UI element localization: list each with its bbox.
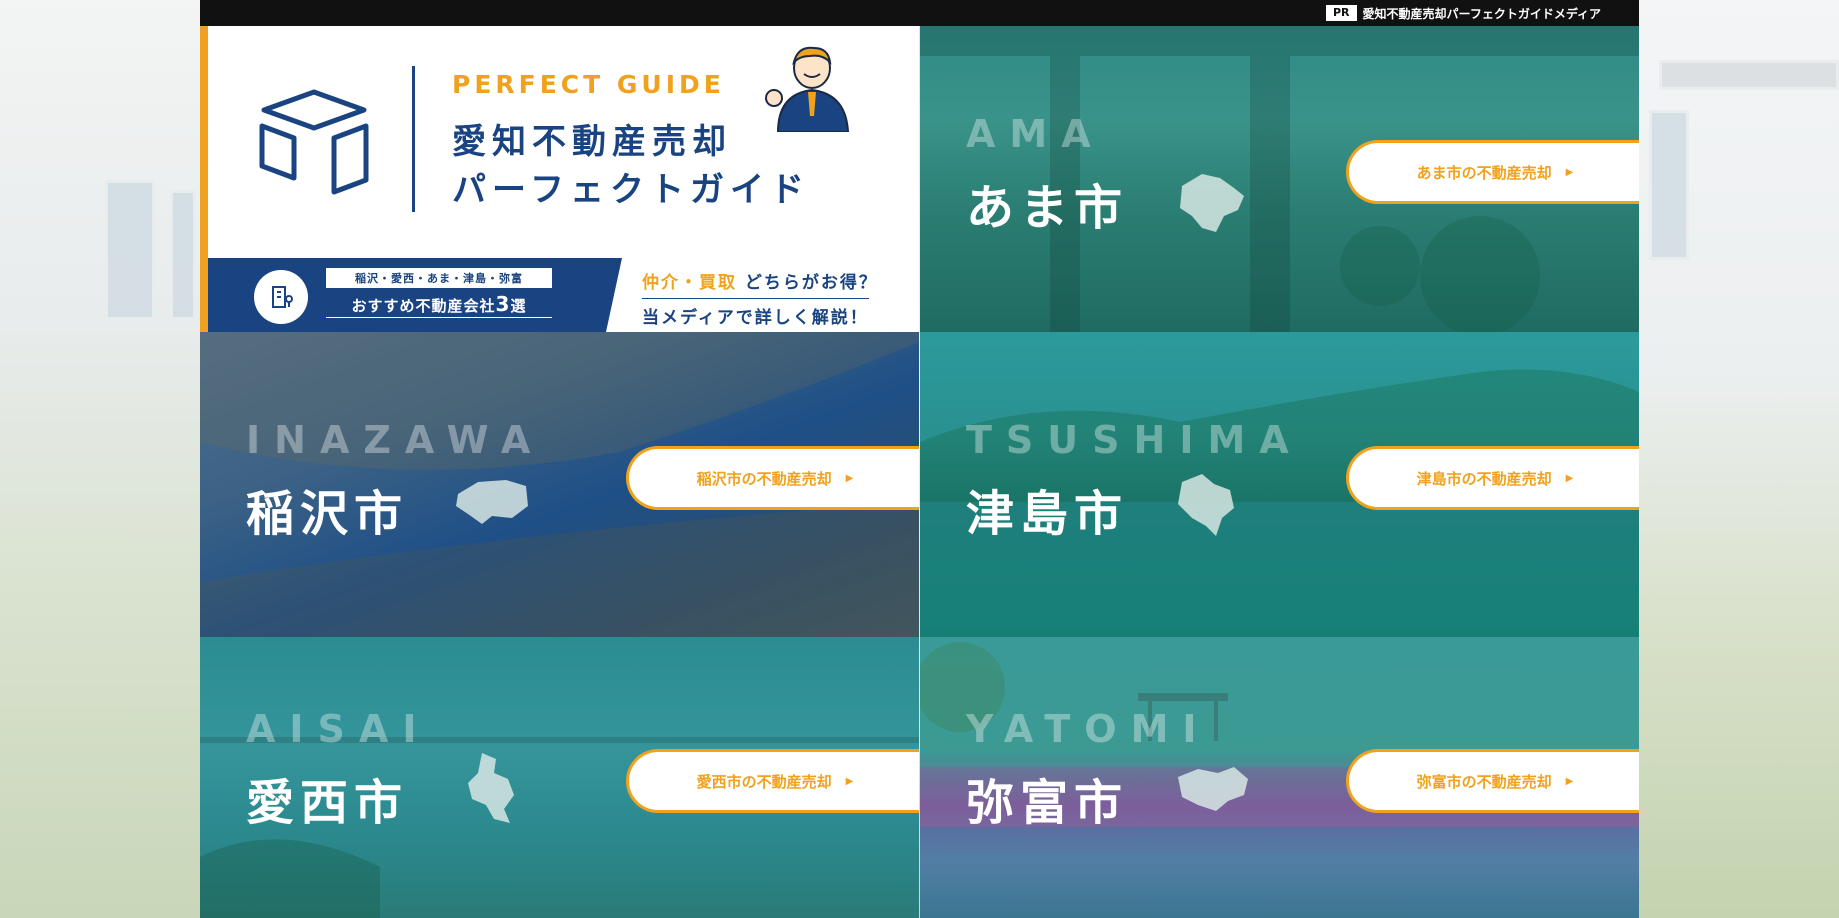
city-panel-yatomi[interactable]: YATOMI 弥富市 弥富市の不動産売却 ▶ <box>920 637 1639 918</box>
background-roof <box>1659 60 1839 90</box>
inazawa-map-icon <box>456 480 528 524</box>
banner-main-suffix: 選 <box>510 297 527 315</box>
inazawa-city-name: 稲沢市 <box>246 486 409 542</box>
question-accent: 仲介・買取 <box>642 273 737 293</box>
inazawa-romaji: INAZAWA <box>246 418 545 462</box>
aisai-map-icon <box>468 753 514 823</box>
city-panel-tsushima[interactable]: TSUSHIMA 津島市 津島市の不動産売却 ▶ <box>920 332 1639 637</box>
background-left <box>0 0 200 918</box>
city-panel-ama[interactable]: AMA あま市 あま市の不動産売却 ▶ <box>920 26 1639 332</box>
ama-romaji: AMA <box>966 112 1105 156</box>
city-panel-aisai[interactable]: AISAI 愛西市 愛西市の不動産売却 ▶ <box>200 637 919 918</box>
background-right <box>1639 0 1839 918</box>
ama-map-icon <box>1180 174 1244 232</box>
banner-main-number: 3 <box>495 292 511 316</box>
yatomi-cta-button[interactable]: 弥富市の不動産売却 ▶ <box>1346 749 1639 813</box>
yatomi-map-icon <box>1178 767 1248 811</box>
question-rest: どちらがお得？ <box>744 273 878 293</box>
banner-cities-tag: 稲沢・愛西・あま・津島・弥富 <box>326 268 552 288</box>
triangle-right-icon: ▶ <box>1565 775 1574 787</box>
background-window <box>105 180 155 320</box>
background-window <box>1649 110 1689 260</box>
hero-title-line1: 愛知不動産売却 <box>452 122 732 162</box>
recommend-banner[interactable]: 稲沢・愛西・あま・津島・弥富 おすすめ不動産会社3選 仲介・買取 どちらがお得？… <box>208 258 919 332</box>
yatomi-romaji: YATOMI <box>966 707 1211 751</box>
hero-subtitle: PERFECT GUIDE <box>452 70 725 99</box>
banner-left: 稲沢・愛西・あま・津島・弥富 おすすめ不動産会社3選 <box>208 258 606 332</box>
banner-right: 仲介・買取 どちらがお得？ 当メディアで詳しく解説！ <box>622 258 919 332</box>
building-pin-icon <box>254 270 308 324</box>
banner-slant <box>606 258 622 332</box>
inazawa-cta-button[interactable]: 稲沢市の不動産売却 ▶ <box>626 446 919 510</box>
city-panel-inazawa[interactable]: INAZAWA 稲沢市 稲沢市の不動産売却 ▶ <box>200 332 919 637</box>
inazawa-cta-label: 稲沢市の不動産売却 <box>696 469 832 488</box>
triangle-right-icon: ▶ <box>845 775 854 787</box>
triangle-right-icon: ▶ <box>845 472 854 484</box>
top-bar: PR 愛知不動産売却パーフェクトガイドメディア <box>200 0 1639 26</box>
triangle-right-icon: ▶ <box>1565 472 1574 484</box>
banner-answer: 当メディアで詳しく解説！ <box>642 298 869 328</box>
tsushima-cta-label: 津島市の不動産売却 <box>1416 469 1552 488</box>
triangle-right-icon: ▶ <box>1565 166 1574 178</box>
businessman-mascot-icon <box>765 46 850 132</box>
yatomi-city-name: 弥富市 <box>966 775 1129 831</box>
tsushima-map-icon <box>1178 474 1234 536</box>
background-window <box>170 190 196 320</box>
ama-city-name: あま市 <box>966 180 1129 236</box>
aisai-city-name: 愛西市 <box>246 775 409 831</box>
hero-panel: PERFECT GUIDE 愛知不動産売却 パーフェクトガイド 稲沢・愛西・あま… <box>200 26 919 332</box>
pr-badge: PR <box>1326 5 1357 21</box>
ama-cta-label: あま市の不動産売却 <box>1416 163 1552 182</box>
hero-divider <box>412 66 415 212</box>
aisai-cta-button[interactable]: 愛西市の不動産売却 ▶ <box>626 749 919 813</box>
aisai-cta-label: 愛西市の不動産売却 <box>696 772 832 791</box>
banner-main-prefix: おすすめ不動産会社 <box>351 297 496 315</box>
ama-cta-button[interactable]: あま市の不動産売却 ▶ <box>1346 140 1639 204</box>
site-tagline: 愛知不動産売却パーフェクトガイドメディア <box>1362 6 1601 21</box>
tsushima-city-name: 津島市 <box>966 486 1129 542</box>
house-logo-icon <box>259 89 369 195</box>
tsushima-romaji: TSUSHIMA <box>966 418 1303 462</box>
banner-recommend-text: おすすめ不動産会社3選 <box>326 292 552 318</box>
banner-question: 仲介・買取 どちらがお得？ <box>642 268 878 293</box>
tsushima-cta-button[interactable]: 津島市の不動産売却 ▶ <box>1346 446 1639 510</box>
hero-title-line2: パーフェクトガイド <box>452 170 810 210</box>
yatomi-cta-label: 弥富市の不動産売却 <box>1416 772 1552 791</box>
aisai-romaji: AISAI <box>246 707 431 751</box>
main-frame: PR 愛知不動産売却パーフェクトガイドメディア PERFECT GUIDE 愛知… <box>200 0 1639 918</box>
